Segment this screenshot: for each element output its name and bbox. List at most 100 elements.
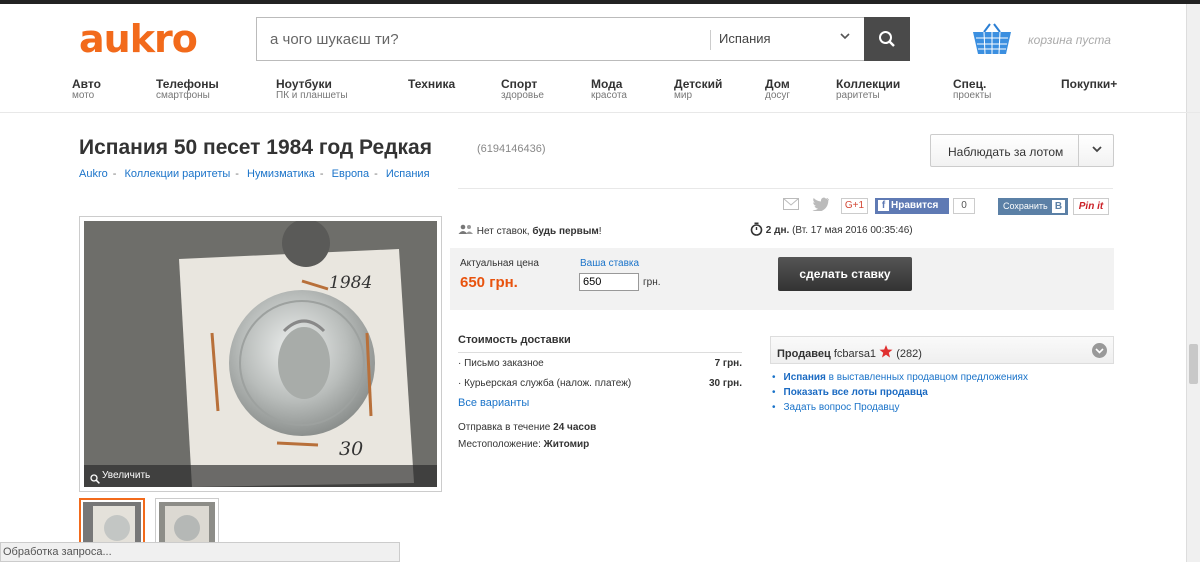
zoom-bar[interactable]: Увеличить xyxy=(84,465,437,487)
main-photo[interactable]: 1984 30 Увеличить xyxy=(79,216,442,492)
vertical-scrollbar[interactable] xyxy=(1186,4,1200,562)
delivery-header: Стоимость доставки xyxy=(458,334,742,353)
price-box: Актуальная цена Ваша ставка 650 грн. грн… xyxy=(450,248,1114,310)
facebook-like-label: Нравится xyxy=(891,200,939,211)
vk-icon: B xyxy=(1052,200,1065,213)
delivery-option-name: · Письмо заказное xyxy=(458,358,544,369)
star-icon xyxy=(879,345,896,360)
facebook-icon: f xyxy=(878,200,889,211)
time-left: 2 дн. (Вт. 17 мая 2016 00:35:46) xyxy=(750,222,913,236)
breadcrumb: Aukro - Коллекции раритеты - Нумизматика - … xyxy=(79,168,430,180)
seller-rating: (282) xyxy=(896,348,922,360)
delivery-option-name: · Курьерская служба (налож. платеж) xyxy=(458,378,632,389)
current-price-label: Актуальная цена xyxy=(460,258,539,269)
gplus-button[interactable]: G+1 xyxy=(841,198,868,214)
ask-seller-link[interactable]: • Задать вопрос Продавцу xyxy=(772,402,1028,413)
auction-end-date: (Вт. 17 мая 2016 00:35:46) xyxy=(792,225,913,236)
zoom-icon xyxy=(90,471,100,487)
search-input[interactable] xyxy=(257,18,707,60)
cart-icon[interactable] xyxy=(970,22,1014,59)
bids-info: Нет ставок, будь первым! xyxy=(458,224,602,237)
chevron-down-icon[interactable] xyxy=(1090,142,1104,159)
email-share-icon[interactable] xyxy=(783,198,799,213)
browser-status-bar: Обработка запроса... xyxy=(0,542,400,562)
breadcrumb-item[interactable]: Европа xyxy=(332,168,370,180)
no-bids-text: Нет ставок, xyxy=(476,226,530,237)
your-bid-label[interactable]: Ваша ставка xyxy=(580,258,639,269)
seller-name[interactable]: fcbarsa1 xyxy=(834,348,876,360)
vk-save-button[interactable]: Сохранить B xyxy=(998,198,1068,215)
facebook-like-button[interactable]: f Нравится xyxy=(875,198,949,214)
delivery-option: · Курьерская служба (налож. платеж) 30 г… xyxy=(458,375,742,393)
photo-thumbnail[interactable] xyxy=(155,498,219,548)
search-bar: Испания xyxy=(256,17,910,61)
watch-divider xyxy=(1078,135,1079,166)
nav-item-tech[interactable]: Техника xyxy=(408,78,455,90)
seller-label: Продавец xyxy=(777,348,831,360)
handwritten-price: 30 xyxy=(339,438,364,460)
nav-item-kids[interactable]: Детский мир xyxy=(674,78,722,102)
nav-item-special[interactable]: Спец. проекты xyxy=(953,78,991,102)
watch-lot-label: Наблюдать за лотом xyxy=(948,145,1064,159)
lot-id: (6194146436) xyxy=(477,143,546,155)
pinterest-button[interactable]: Pin it xyxy=(1073,198,1109,215)
exclaim-text: ! xyxy=(598,226,602,237)
breadcrumb-divider xyxy=(458,188,1113,189)
seller-box[interactable]: Продавец fcbarsa1 (282) xyxy=(770,336,1114,364)
window-top-border xyxy=(0,0,1200,4)
delivery-option: · Письмо заказное 7 грн. xyxy=(458,355,742,373)
stopwatch-icon xyxy=(750,222,766,236)
delivery-option-price: 30 грн. xyxy=(709,378,742,389)
breadcrumb-item[interactable]: Испания xyxy=(386,168,430,180)
nav-item-fashion[interactable]: Мода красота xyxy=(591,78,627,102)
expand-seller-icon[interactable] xyxy=(1092,343,1107,358)
seller-links: • Испания в выставленных продавцом предло… xyxy=(772,372,1028,417)
lot-title: Испания 50 песет 1984 год Редкая xyxy=(79,136,432,159)
nav-item-phones[interactable]: Телефоны смартфоны xyxy=(156,78,219,102)
photo-thumbnail[interactable] xyxy=(79,498,145,548)
search-separator xyxy=(710,30,711,50)
handwritten-year: 1984 xyxy=(329,273,373,293)
current-price: 650 грн. xyxy=(460,274,518,291)
thumbnail-image xyxy=(159,502,215,544)
cart-status[interactable]: корзина пуста xyxy=(1028,33,1111,47)
bid-input[interactable] xyxy=(579,273,639,291)
seller-info: Продавец fcbarsa1 (282) xyxy=(777,345,922,360)
aukro-logo[interactable]: aukro xyxy=(79,17,198,61)
time-left-value: 2 дн. xyxy=(765,225,790,236)
breadcrumb-item[interactable]: Коллекции раритеты xyxy=(124,168,230,180)
delivery-option-price: 7 грн. xyxy=(714,358,742,369)
all-variants-link[interactable]: Все варианты xyxy=(458,397,742,409)
nav-item-laptops[interactable]: Ноутбуки ПК и планшеты xyxy=(276,78,348,102)
coin-photo: 1984 30 Увеличить xyxy=(84,221,437,487)
location: Местоположение: Житомир xyxy=(458,439,590,450)
search-category-select[interactable]: Испания xyxy=(719,31,771,46)
all-seller-lots-link[interactable]: • Показать все лоты продавца xyxy=(772,387,1028,398)
watch-lot-button[interactable]: Наблюдать за лотом xyxy=(930,134,1114,167)
shipping-time: Отправка в течение 24 часов xyxy=(458,422,597,433)
scrollbar-thumb[interactable] xyxy=(1189,344,1198,384)
breadcrumb-item[interactable]: Нумизматика xyxy=(247,168,315,180)
nav-item-home[interactable]: Дом досуг xyxy=(765,78,790,102)
bid-currency: грн. xyxy=(643,277,661,288)
twitter-icon[interactable] xyxy=(812,197,830,214)
users-icon xyxy=(458,224,477,237)
vk-save-label: Сохранить xyxy=(1003,201,1048,211)
shipping-info: Отправка в течение 24 часов Местоположен… xyxy=(458,419,742,453)
delivery-section: Стоимость доставки · Письмо заказное 7 г… xyxy=(458,334,742,453)
nav-item-auto[interactable]: Авто мото xyxy=(72,78,101,102)
nav-item-collections[interactable]: Коллекции раритеты xyxy=(836,78,900,102)
like-count: 0 xyxy=(953,198,975,214)
seller-category-link[interactable]: • Испания в выставленных продавцом предло… xyxy=(772,372,1028,383)
breadcrumb-item[interactable]: Aukro xyxy=(79,168,108,180)
thumbnail-image xyxy=(83,502,141,544)
place-bid-button[interactable]: сделать ставку xyxy=(778,257,912,291)
zoom-label: Увеличить xyxy=(102,470,151,481)
nav-item-sport[interactable]: Спорт здоровье xyxy=(501,78,544,102)
chevron-down-icon[interactable] xyxy=(839,30,851,45)
nav-item-shopping-plus[interactable]: Покупки+ xyxy=(1061,78,1117,90)
search-button[interactable] xyxy=(864,17,910,61)
search-icon xyxy=(879,31,895,47)
be-first-text: будь первым xyxy=(532,226,599,237)
nav-divider xyxy=(0,112,1200,113)
